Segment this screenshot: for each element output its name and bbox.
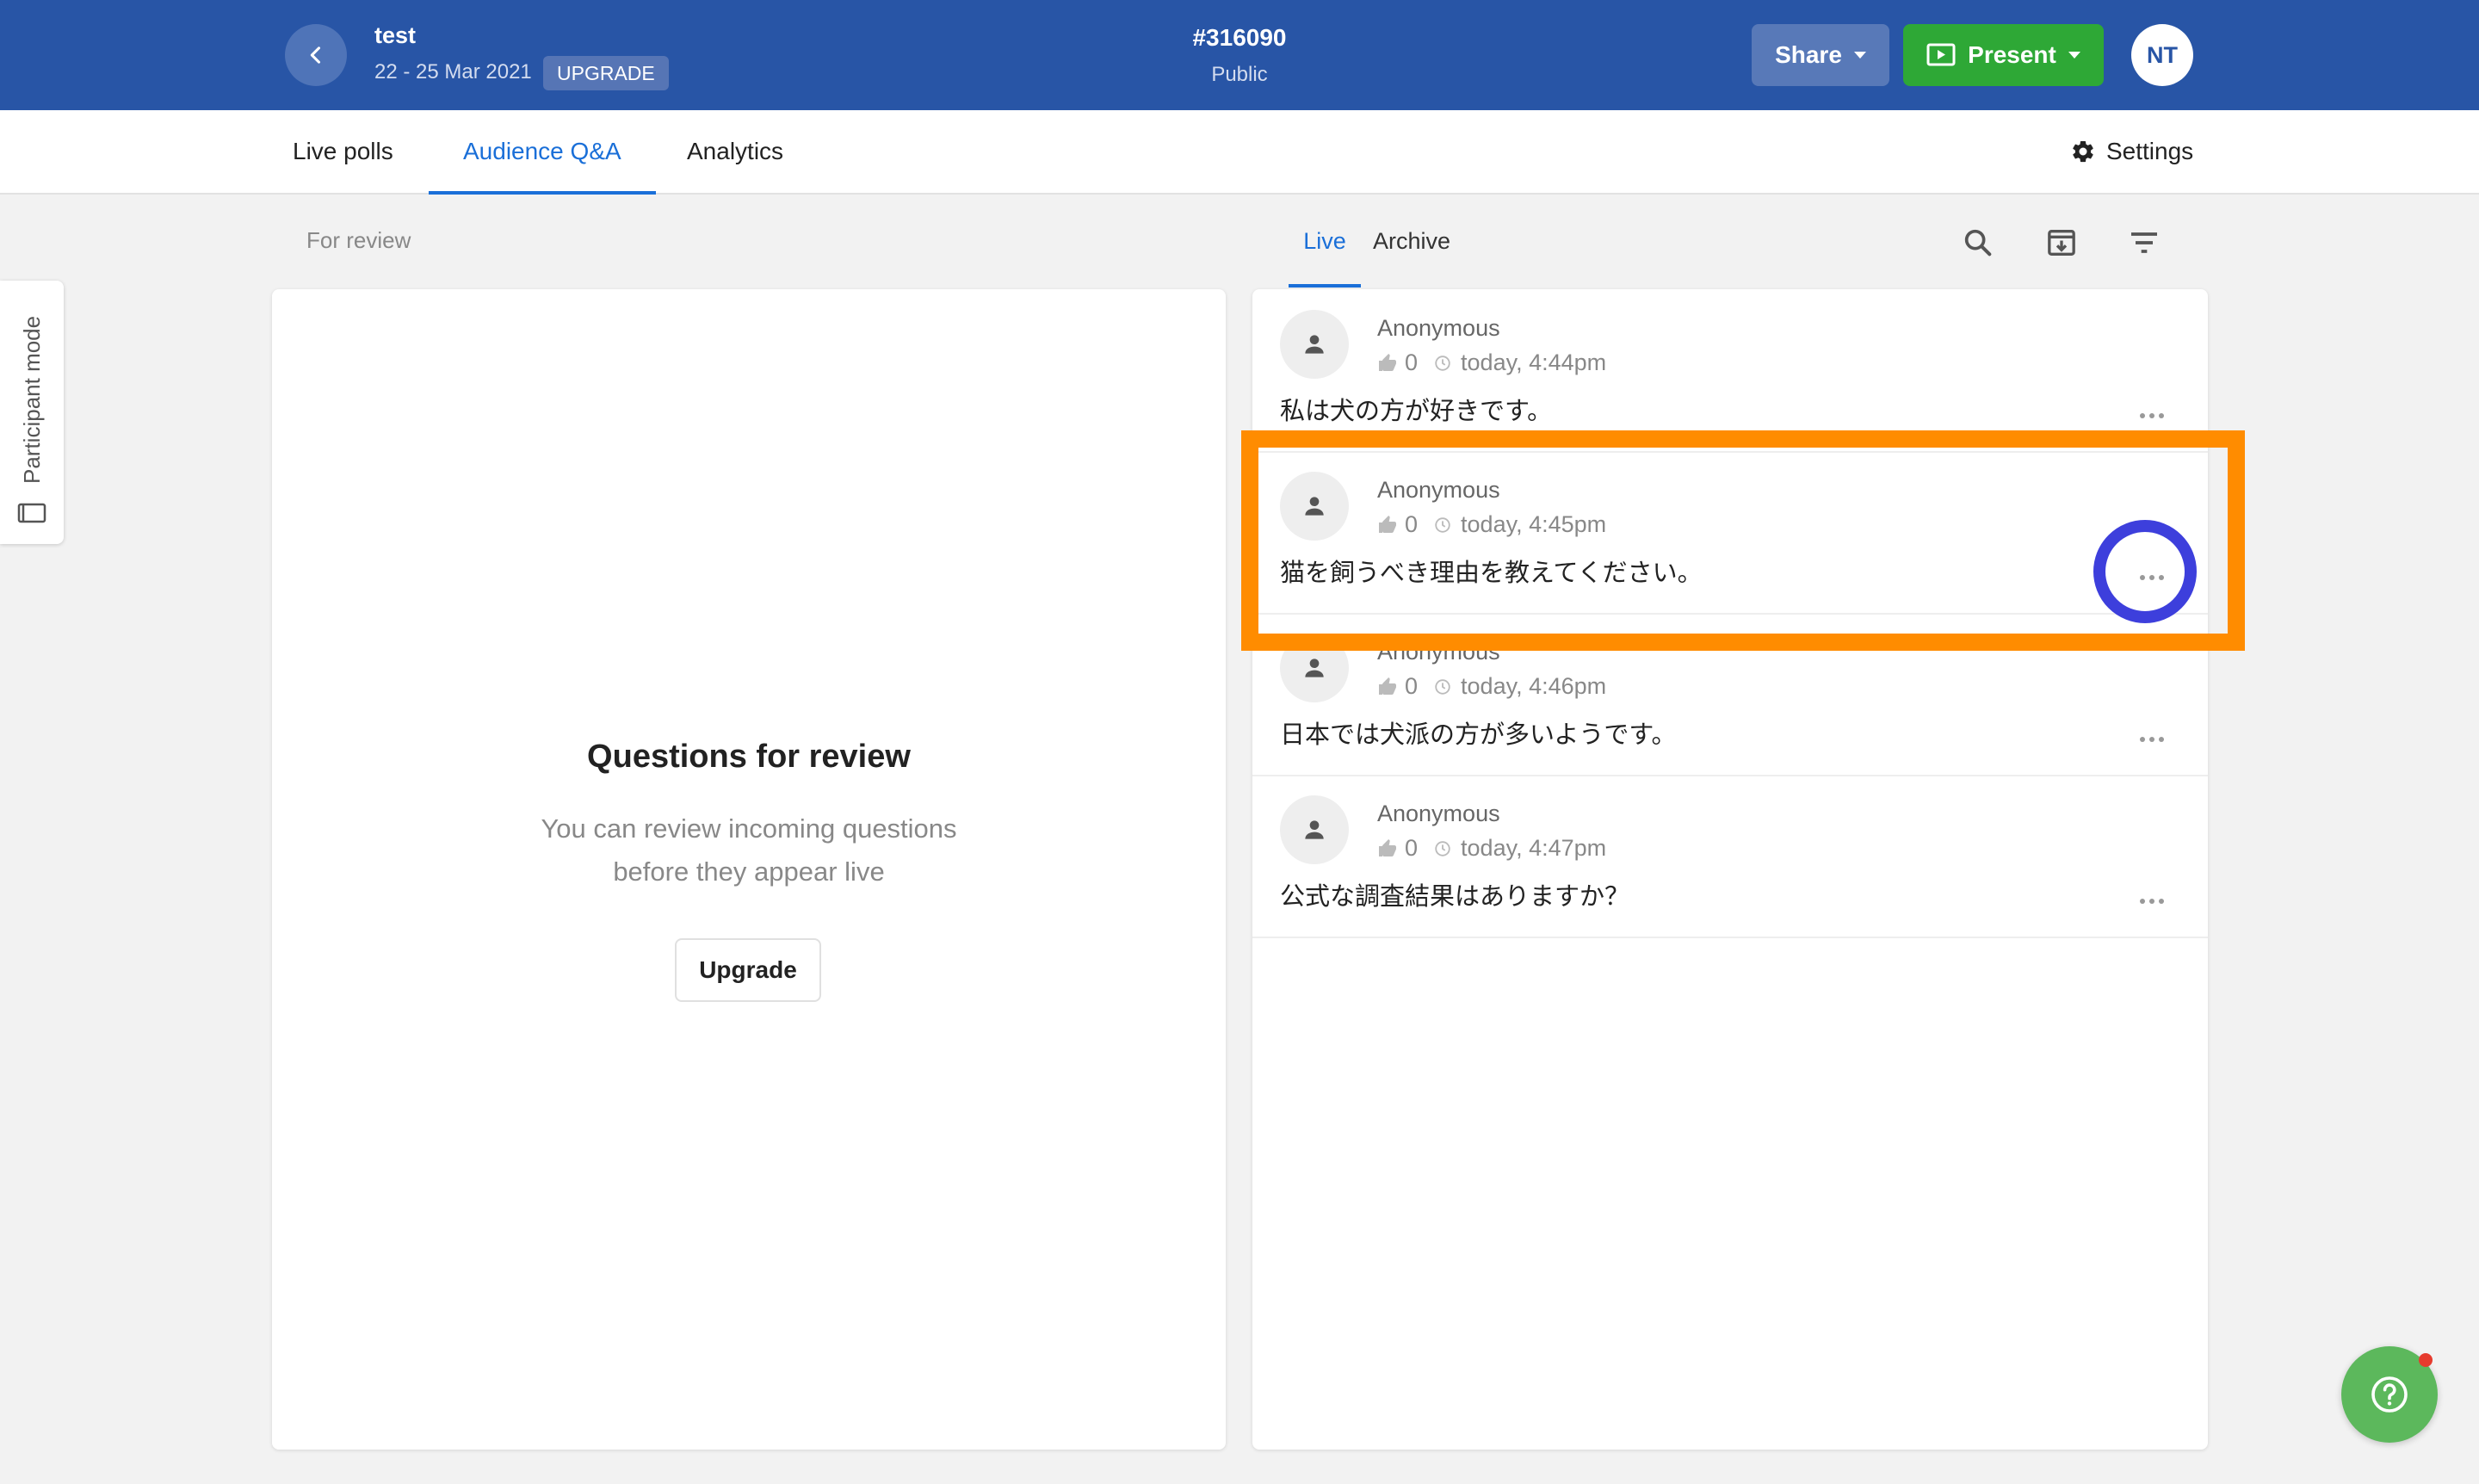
person-icon xyxy=(1305,820,1324,839)
main-tabs: Live polls Audience Q&A Analytics Settin… xyxy=(0,110,2479,195)
question-item[interactable]: Anonymous 0 today, 4:44pm 私は犬の方が好きです。 xyxy=(1252,289,2208,453)
question-author: Anonymous xyxy=(1377,477,1500,503)
avatar xyxy=(1280,634,1349,702)
user-avatar[interactable]: NT xyxy=(2131,24,2193,86)
tab-analytics[interactable]: Analytics xyxy=(652,110,818,193)
vote-count: 0 xyxy=(1405,511,1419,537)
share-label: Share xyxy=(1775,41,1842,68)
search-icon xyxy=(1964,229,1992,257)
chevron-left-icon xyxy=(310,46,321,64)
question-item[interactable]: Anonymous 0 today, 4:46pm 日本では犬派の方が多いようで… xyxy=(1252,613,2208,776)
present-button[interactable]: Present xyxy=(1903,24,2104,86)
filter-icon xyxy=(2131,232,2157,253)
event-dates: 22 - 25 Mar 2021 xyxy=(374,60,532,83)
for-review-label: For review xyxy=(306,227,411,253)
thumbs-up-icon[interactable] xyxy=(1377,353,1398,374)
back-button[interactable] xyxy=(285,24,347,86)
question-author: Anonymous xyxy=(1377,801,1500,826)
vote-count: 0 xyxy=(1405,673,1419,699)
settings-label: Settings xyxy=(2106,138,2194,164)
question-meta: 0 today, 4:45pm xyxy=(1377,511,1606,538)
more-options-button[interactable] xyxy=(2130,888,2173,914)
question-meta: 0 today, 4:47pm xyxy=(1377,835,1606,862)
more-options-button[interactable] xyxy=(2130,727,2173,752)
question-time: today, 4:46pm xyxy=(1461,673,1607,699)
question-text: 日本では犬派の方が多いようです。 xyxy=(1280,720,1677,749)
thumbs-up-icon[interactable] xyxy=(1377,515,1398,535)
screen-icon xyxy=(17,503,46,523)
more-options-button[interactable] xyxy=(2130,565,2173,591)
participant-mode-label: Participant mode xyxy=(19,315,45,484)
question-author: Anonymous xyxy=(1377,315,1500,341)
share-button[interactable]: Share xyxy=(1752,24,1889,86)
settings-button[interactable]: Settings xyxy=(2070,110,2193,193)
more-options-button[interactable] xyxy=(2130,403,2173,429)
clock-icon xyxy=(1435,678,1450,695)
person-icon xyxy=(1305,497,1324,516)
upgrade-button[interactable]: Upgrade xyxy=(675,938,821,1002)
present-label: Present xyxy=(1968,41,2056,68)
participant-mode-toggle[interactable]: Participant mode xyxy=(0,281,64,544)
top-header: test 22 - 25 Mar 2021 UPGRADE #316090 Pu… xyxy=(0,0,2479,110)
review-description: You can review incoming questions before… xyxy=(272,807,1226,893)
vote-count: 0 xyxy=(1405,349,1419,375)
upgrade-badge[interactable]: UPGRADE xyxy=(543,56,669,90)
questions-panel: Anonymous 0 today, 4:44pm 私は犬の方が好きです。 An… xyxy=(1252,289,2208,1450)
question-time: today, 4:44pm xyxy=(1461,349,1607,375)
question-meta: 0 today, 4:44pm xyxy=(1377,349,1606,376)
tab-live-polls[interactable]: Live polls xyxy=(258,110,428,193)
filter-button[interactable] xyxy=(2127,226,2161,260)
question-time: today, 4:47pm xyxy=(1461,835,1607,861)
gear-icon xyxy=(2073,140,2093,163)
review-description-line1: You can review incoming questions xyxy=(541,813,957,844)
vote-count: 0 xyxy=(1405,835,1419,861)
question-time: today, 4:45pm xyxy=(1461,511,1607,537)
help-button[interactable] xyxy=(2341,1346,2438,1443)
person-icon xyxy=(1305,335,1324,354)
question-text: 公式な調査結果はありますか？ xyxy=(1280,881,1630,911)
event-title[interactable]: test xyxy=(374,22,416,49)
review-panel: Questions for review You can review inco… xyxy=(272,289,1226,1450)
question-text: 私は犬の方が好きです。 xyxy=(1280,396,1553,425)
question-item[interactable]: Anonymous 0 today, 4:45pm 猫を飼うべき理由を教えてくだ… xyxy=(1252,451,2208,615)
clock-icon xyxy=(1435,840,1450,856)
search-button[interactable] xyxy=(1961,226,1995,260)
thumbs-up-icon[interactable] xyxy=(1377,838,1398,859)
tab-archive[interactable]: Archive xyxy=(1373,213,1450,288)
avatar xyxy=(1280,472,1349,541)
question-meta: 0 today, 4:46pm xyxy=(1377,673,1606,700)
tab-audience-qa[interactable]: Audience Q&A xyxy=(429,110,656,195)
thumbs-up-icon[interactable] xyxy=(1377,677,1398,697)
clock-icon xyxy=(1435,516,1450,533)
present-icon xyxy=(1926,43,1956,66)
question-item[interactable]: Anonymous 0 today, 4:47pm 公式な調査結果はありますか？ xyxy=(1252,775,2208,938)
question-author: Anonymous xyxy=(1377,639,1500,665)
caret-down-icon xyxy=(2068,52,2080,59)
question-text: 猫を飼うべき理由を教えてください。 xyxy=(1280,558,1703,587)
review-description-line2: before they appear live xyxy=(613,856,885,887)
archive-all-button[interactable] xyxy=(2044,226,2079,260)
caret-down-icon xyxy=(1853,52,1866,59)
clock-icon xyxy=(1435,355,1450,371)
notification-dot xyxy=(2419,1353,2433,1367)
archive-download-icon xyxy=(2048,230,2075,256)
review-title: Questions for review xyxy=(587,739,911,775)
avatar xyxy=(1280,310,1349,379)
tab-live[interactable]: Live xyxy=(1289,213,1361,288)
event-visibility: Public xyxy=(1211,63,1268,86)
event-code: #316090 xyxy=(1192,24,1287,51)
person-icon xyxy=(1305,659,1324,677)
avatar xyxy=(1280,795,1349,864)
question-mark-icon xyxy=(2371,1376,2408,1413)
